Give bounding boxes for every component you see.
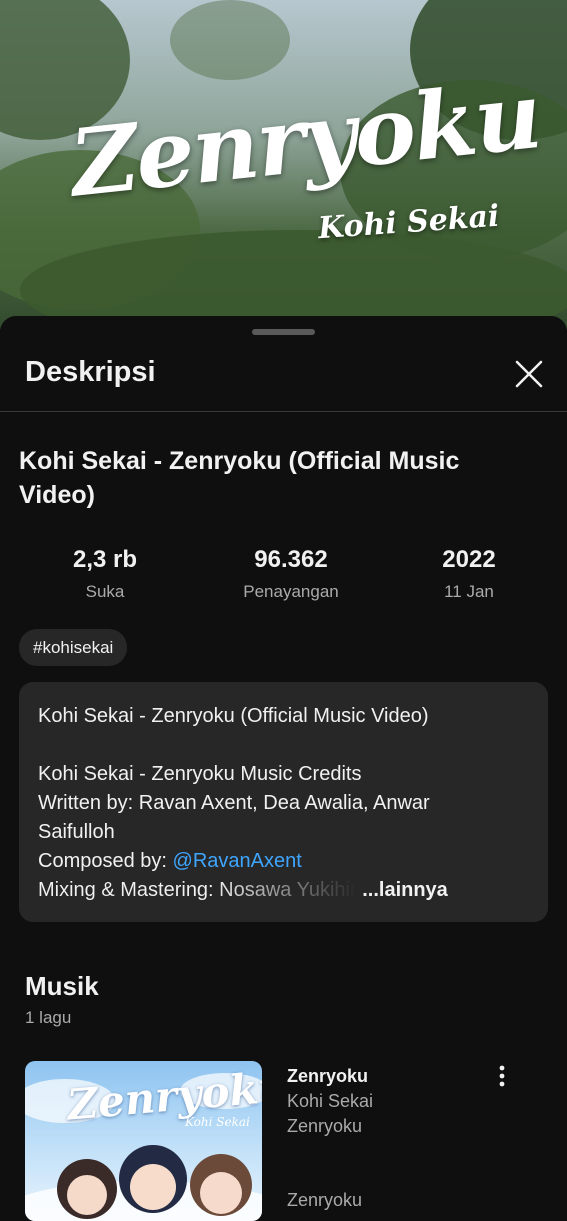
upload-date: 11 Jan	[444, 582, 494, 601]
likes-label: Suka	[85, 582, 125, 601]
truncated-line: Mixing & Mastering: Nosawa Yukihir	[38, 876, 357, 905]
description-line: Saifulloh	[38, 821, 115, 843]
stat-likes: 2,3 rb Suka	[25, 546, 185, 602]
video-title: Kohi Sekai - Zenryoku (Official Music Vi…	[19, 447, 460, 509]
description-line: Composed by: @RavanAxent	[38, 847, 529, 876]
song-thumbnail[interactable]: Zenryoku Kohi Sekai	[25, 1061, 262, 1221]
song-extra-line: Zenryoku	[287, 1190, 363, 1210]
sheet-title: Deskripsi	[25, 356, 156, 388]
close-icon[interactable]	[509, 354, 549, 394]
header-divider	[0, 411, 567, 412]
more-vert-icon[interactable]	[492, 1064, 512, 1090]
channel-mention-link[interactable]: @RavanAxent	[173, 850, 302, 872]
composed-label: Composed by:	[38, 850, 173, 872]
description-line: Kohi Sekai - Zenryoku (Official Music Vi…	[38, 705, 429, 727]
description-line: Mixing & Mastering: Nosawa Yukihir ...la…	[38, 876, 529, 905]
upload-year: 2022	[442, 546, 496, 573]
video-player[interactable]: Zenryoku Kohi Sekai	[0, 0, 567, 330]
music-song-count: 1 lagu	[25, 1008, 72, 1027]
likes-count: 2,3 rb	[72, 546, 138, 573]
description-box[interactable]: Kohi Sekai - Zenryoku (Official Music Vi…	[19, 682, 548, 922]
stat-date: 2022 11 Jan	[389, 546, 549, 602]
stat-views: 96.362 Penayangan	[211, 546, 371, 602]
views-label: Penayangan	[243, 582, 339, 601]
views-count: 96.362	[254, 546, 328, 573]
thumbnail-subtitle: Kohi Sekai	[185, 1115, 250, 1129]
drag-handle[interactable]	[252, 329, 315, 335]
description-line: Kohi Sekai - Zenryoku Music Credits	[38, 763, 362, 785]
hashtag-chip[interactable]: #kohisekai	[19, 629, 128, 666]
description-sheet: Deskripsi Kohi Sekai - Zenryoku (Officia…	[0, 316, 567, 1221]
description-line: Written by: Ravan Axent, Dea Awalia, Anw…	[38, 792, 430, 814]
music-section-title: Musik	[25, 971, 99, 1001]
show-more-button[interactable]: ...lainnya	[362, 879, 448, 901]
song-album: Zenryoku	[287, 1116, 363, 1136]
song-title[interactable]: Zenryoku	[287, 1066, 368, 1087]
song-artist: Kohi Sekai	[287, 1091, 374, 1111]
